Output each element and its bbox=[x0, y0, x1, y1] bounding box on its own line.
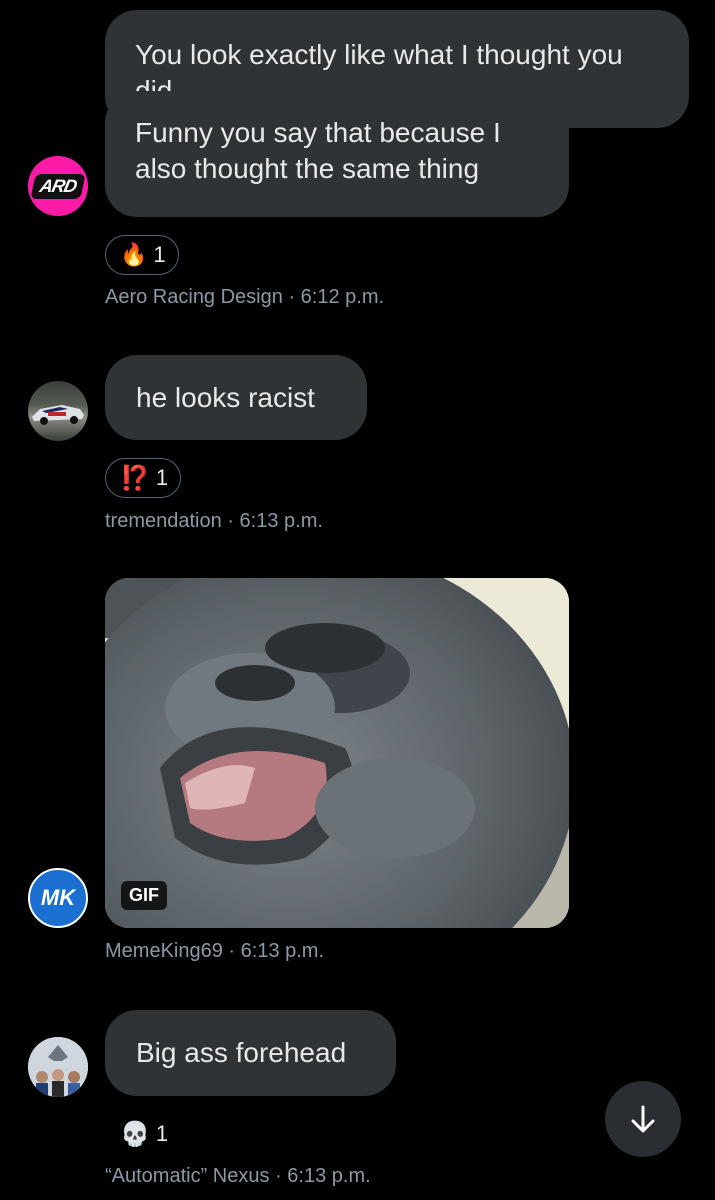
message-bubble[interactable]: he looks racist bbox=[105, 355, 367, 440]
sender-name[interactable]: MemeKing69 bbox=[105, 940, 223, 962]
timestamp: 6:13 p.m. bbox=[287, 1165, 371, 1187]
scroll-to-bottom-button[interactable] bbox=[605, 1081, 681, 1157]
timestamp: 6:12 p.m. bbox=[300, 286, 385, 308]
avatar-tremendation[interactable] bbox=[28, 381, 88, 441]
mk-logo: MK bbox=[40, 885, 76, 910]
group-photo-icon bbox=[28, 1037, 88, 1097]
reaction-pill[interactable]: 💀 1 bbox=[105, 1114, 181, 1154]
gif-message[interactable]: GIF bbox=[105, 578, 569, 928]
separator: · bbox=[275, 1165, 282, 1187]
avatar-aero-racing-design[interactable]: ARD bbox=[28, 156, 88, 216]
avatar-memeking69[interactable]: MK bbox=[28, 868, 88, 928]
race-car-icon bbox=[32, 405, 84, 425]
reaction-count: 1 bbox=[155, 465, 169, 490]
separator: · bbox=[227, 510, 234, 532]
gif-badge: GIF bbox=[121, 881, 167, 910]
interrobang-emoji-icon: ⁉️ bbox=[120, 464, 150, 492]
message-bubble[interactable]: Funny you say that because I also though… bbox=[105, 91, 569, 217]
sender-name[interactable]: Aero Racing Design bbox=[105, 286, 283, 308]
message-text: Big ass forehead bbox=[136, 1037, 347, 1068]
message-bubble[interactable]: Big ass forehead bbox=[105, 1010, 396, 1096]
reaction-count: 1 bbox=[153, 242, 166, 267]
sender-name[interactable]: “Automatic” Nexus bbox=[105, 1165, 270, 1187]
reaction-count: 1 bbox=[155, 1121, 169, 1146]
separator: · bbox=[228, 940, 236, 962]
message-text-line: Funny you say that because I bbox=[135, 117, 501, 148]
ard-logo: ARD bbox=[30, 173, 86, 199]
reaction-pill[interactable]: ⁉️ 1 bbox=[105, 458, 182, 498]
avatar-automatic-nexus[interactable] bbox=[28, 1037, 88, 1097]
message-meta: “Automatic” Nexus · 6:13 p.m. bbox=[105, 1165, 371, 1188]
message-meta: tremendation · 6:13 p.m. bbox=[105, 510, 323, 533]
timestamp: 6:13 p.m. bbox=[240, 940, 325, 962]
message-meta: Aero Racing Design · 6:12 p.m. bbox=[105, 286, 384, 309]
arrow-down-icon bbox=[631, 1105, 655, 1133]
message-text-line: also thought the same thing bbox=[135, 153, 480, 184]
sender-name[interactable]: tremendation bbox=[105, 510, 222, 532]
message-text: he looks racist bbox=[136, 382, 315, 413]
message-meta: MemeKing69 · 6:13 p.m. bbox=[105, 940, 324, 963]
fire-emoji-icon: 🔥 bbox=[120, 242, 148, 267]
separator: · bbox=[288, 286, 296, 308]
skull-emoji-icon: 💀 bbox=[120, 1120, 150, 1148]
gorilla-gif-image bbox=[105, 578, 569, 928]
reaction-pill[interactable]: 🔥 1 bbox=[105, 235, 179, 275]
timestamp: 6:13 p.m. bbox=[239, 510, 323, 532]
